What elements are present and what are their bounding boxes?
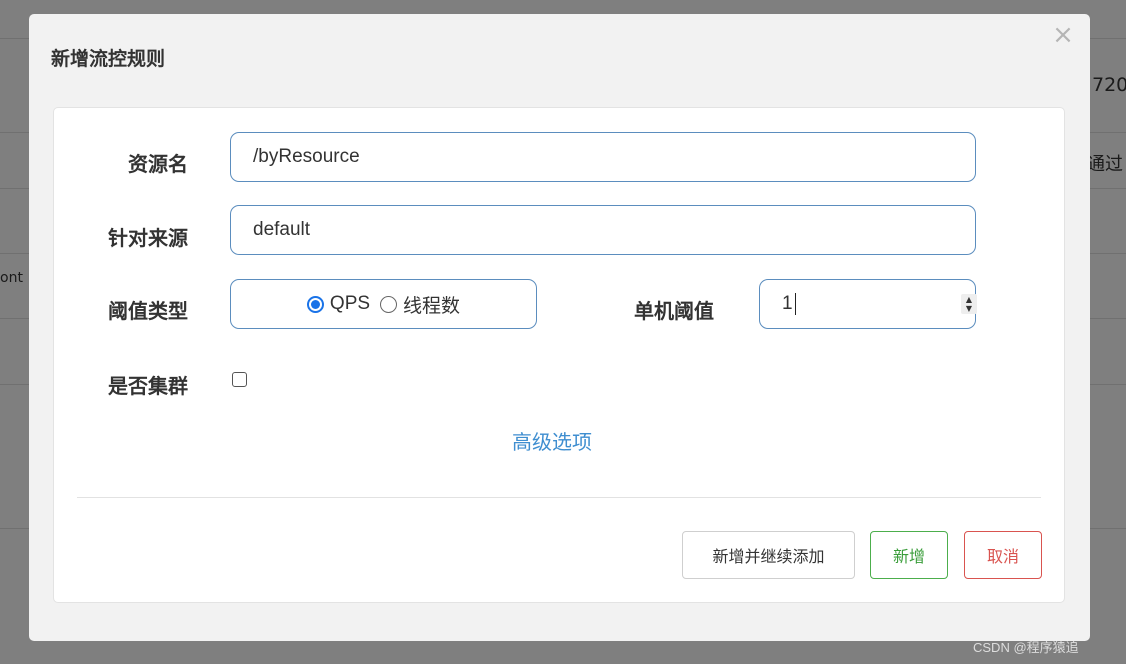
close-icon[interactable]: × — [1052, 22, 1074, 48]
cluster-label: 是否集群 — [108, 374, 188, 398]
radio-option-qps[interactable]: QPS — [306, 293, 371, 315]
source-value: default — [253, 219, 311, 240]
threshold-type-radio-group: QPS 线程数 — [230, 279, 537, 329]
text-caret — [794, 293, 796, 315]
source-input[interactable]: default — [230, 205, 976, 255]
radio-option-thread[interactable]: 线程数 — [380, 291, 460, 318]
watermark: CSDN @程序猿追 — [973, 640, 1079, 655]
single-threshold-input[interactable]: 1 — [759, 279, 976, 329]
radio-label-qps: QPS — [329, 293, 371, 314]
flow-rule-dialog: 新增流控规则 × 资源名 /byResource 针对来源 default 阈值… — [29, 14, 1090, 641]
radio-label-thread: 线程数 — [403, 295, 461, 317]
form-panel: 资源名 /byResource 针对来源 default 阈值类型 QPS 线程… — [53, 107, 1065, 603]
radio-unchecked-icon[interactable] — [380, 295, 398, 313]
single-threshold-label: 单机阈值 — [634, 299, 714, 323]
single-threshold-value: 1 — [782, 293, 793, 314]
advanced-options-link[interactable]: 高级选项 — [512, 426, 592, 455]
add-button[interactable]: 新增 — [870, 531, 948, 579]
cluster-checkbox[interactable] — [232, 372, 247, 387]
footer-divider — [77, 497, 1041, 498]
resource-name-value: /byResource — [253, 146, 360, 167]
spinner-arrows-icon[interactable]: ▲ ▼ — [961, 294, 977, 314]
cancel-button[interactable]: 取消 — [964, 531, 1042, 579]
add-and-continue-button[interactable]: 新增并继续添加 — [682, 531, 855, 579]
source-label: 针对来源 — [108, 226, 188, 250]
threshold-type-label: 阈值类型 — [108, 299, 188, 323]
resource-name-input[interactable]: /byResource — [230, 132, 976, 182]
resource-name-label: 资源名 — [128, 152, 188, 176]
radio-checked-icon[interactable] — [306, 295, 324, 313]
dialog-title: 新增流控规则 — [51, 48, 166, 70]
